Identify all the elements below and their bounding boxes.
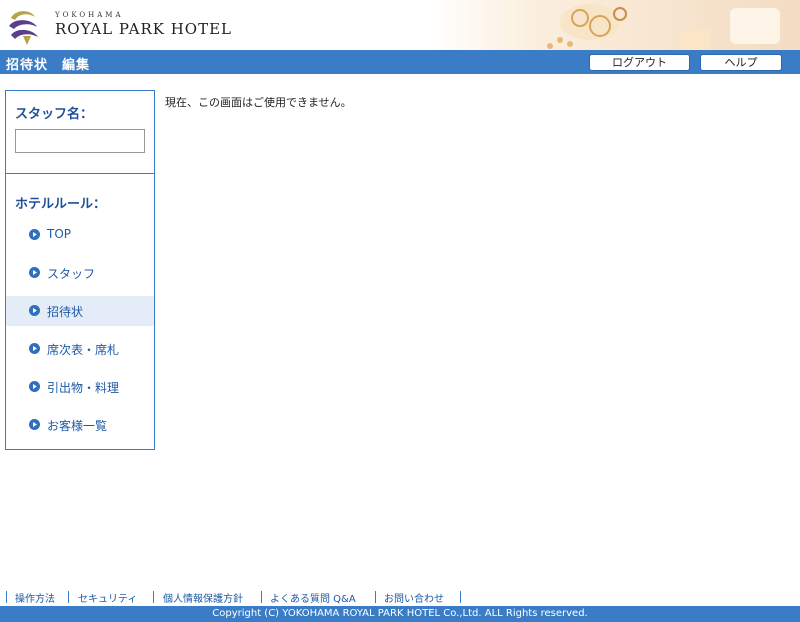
header-decoration-image <box>430 0 800 50</box>
unavailable-message: 現在、この画面はご使用できません。 <box>165 96 352 109</box>
title-bar: 招待状 編集 ログアウト ヘルプ <box>0 50 800 74</box>
sidebar-item-label: スタッフ <box>47 267 96 281</box>
brand-name: ROYAL PARK HOTEL <box>55 20 233 38</box>
footer-divider <box>153 591 154 603</box>
header: YOKOHAMA ROYAL PARK HOTEL <box>0 0 800 50</box>
footer-link-privacy[interactable]: 個人情報保護方針 <box>163 590 243 605</box>
play-arrow-icon <box>29 381 40 392</box>
footer-divider <box>375 591 376 603</box>
sidebar-item-label: 引出物・料理 <box>47 381 120 395</box>
help-button[interactable]: ヘルプ <box>700 54 782 71</box>
play-arrow-icon <box>29 267 40 278</box>
play-arrow-icon <box>29 343 40 354</box>
footer-link-contact[interactable]: お問い合わせ <box>384 590 444 605</box>
footer-divider <box>68 591 69 603</box>
staff-section: スタッフ名： <box>6 91 154 174</box>
play-arrow-icon <box>29 229 40 240</box>
hotel-rules-heading: ホテルルール： <box>15 197 107 212</box>
sidebar-item-gifts-cuisine[interactable]: 引出物・料理 <box>6 372 154 402</box>
staff-name-heading: スタッフ名： <box>15 107 94 122</box>
sidebar-item-invitation[interactable]: 招待状 <box>6 296 154 326</box>
play-arrow-icon <box>29 305 40 316</box>
sidebar-item-label: お客様一覧 <box>47 419 108 433</box>
sidebar-item-seating[interactable]: 席次表・席札 <box>6 334 154 364</box>
hotel-logo-icon <box>9 11 38 45</box>
sidebar-item-label: TOP <box>47 227 72 241</box>
sidebar: スタッフ名： ホテルルール： TOP スタッフ 招待状 席次表・席札 引出物・料… <box>5 90 155 450</box>
staff-name-input[interactable] <box>15 129 145 153</box>
footer-divider <box>460 591 461 603</box>
footer-link-faq[interactable]: よくある質問 Q&A <box>270 590 356 605</box>
sidebar-item-guest-list[interactable]: お客様一覧 <box>6 410 154 440</box>
play-arrow-icon <box>29 419 40 430</box>
footer-divider <box>6 591 7 603</box>
sidebar-item-top[interactable]: TOP <box>6 220 154 250</box>
footer-divider <box>261 591 262 603</box>
footer-link-security[interactable]: セキュリティ <box>78 590 137 605</box>
sidebar-item-label: 席次表・席札 <box>47 343 120 357</box>
copyright-bar: Copyright (C) YOKOHAMA ROYAL PARK HOTEL … <box>0 606 800 622</box>
sidebar-item-staff[interactable]: スタッフ <box>6 258 154 288</box>
brand-subtitle: YOKOHAMA <box>55 11 124 19</box>
page-title: 招待状 編集 <box>6 58 91 73</box>
footer-links: 操作方法 セキュリティ 個人情報保護方針 よくある質問 Q&A お問い合わせ <box>0 590 800 606</box>
logout-button[interactable]: ログアウト <box>589 54 690 71</box>
sidebar-item-label: 招待状 <box>47 305 84 319</box>
footer-link-operation[interactable]: 操作方法 <box>15 590 55 605</box>
